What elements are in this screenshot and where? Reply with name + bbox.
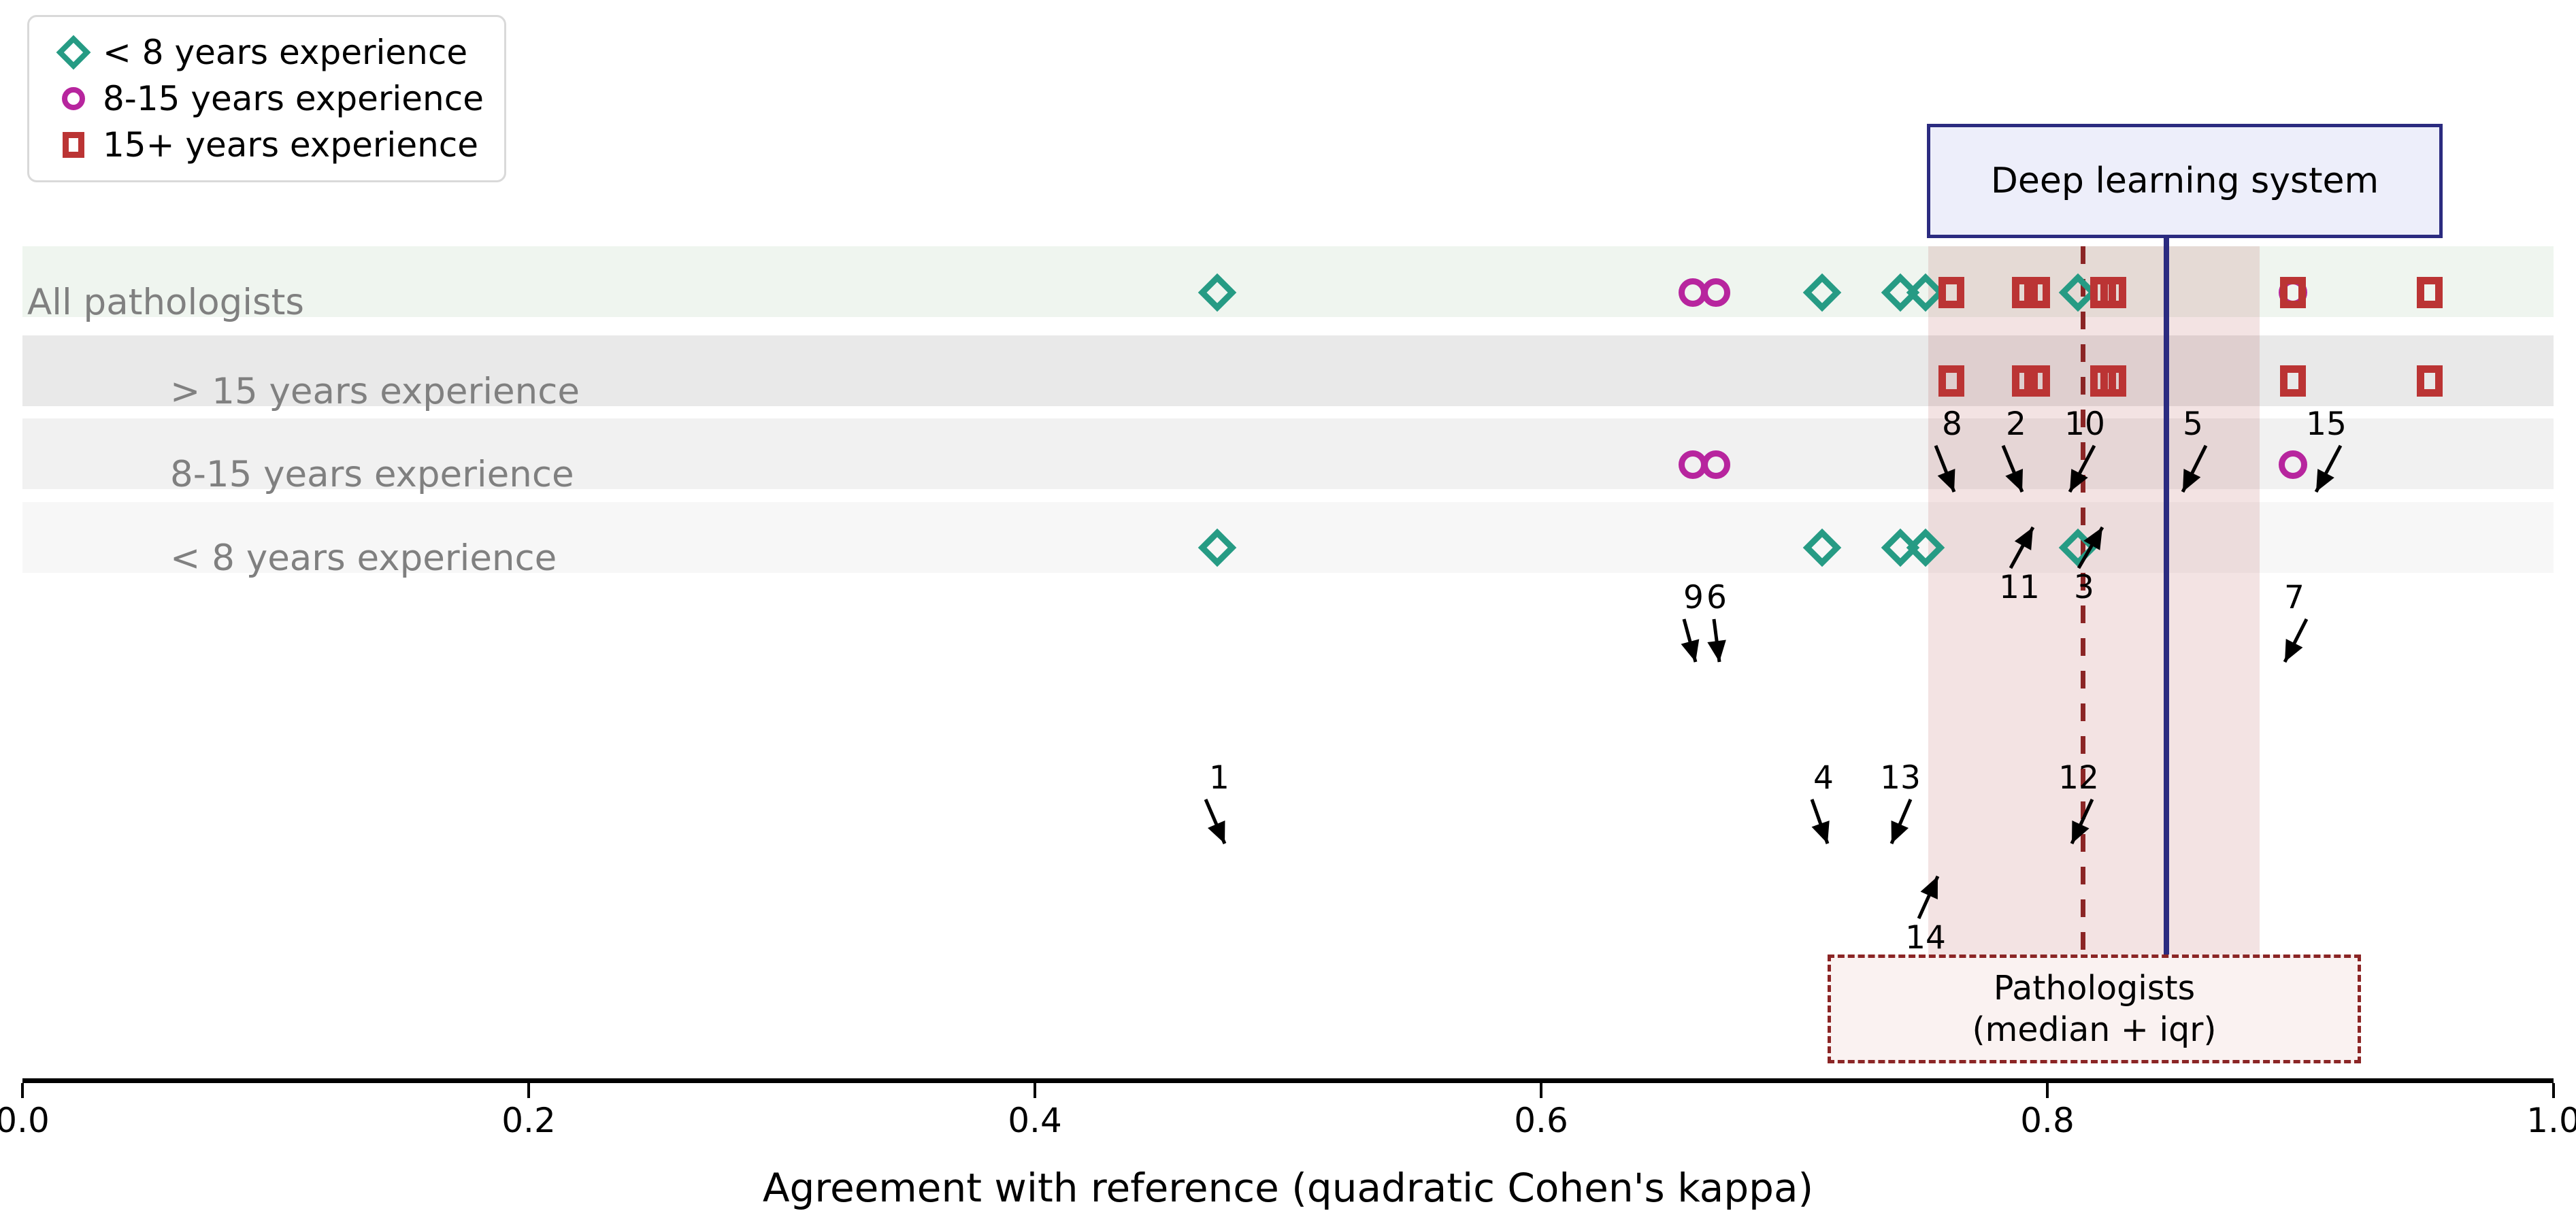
legend-label: 8-15 years experience (103, 79, 484, 118)
pathologists-label-line2: (median + iqr) (1972, 1010, 2217, 1049)
marker-square (2100, 365, 2126, 397)
row-label-lt8: < 8 years experience (170, 537, 557, 579)
marker-square (2100, 277, 2126, 308)
deep-learning-label: Deep learning system (1990, 161, 2379, 201)
annotation-arrow-1 (1204, 799, 1227, 844)
marker-circle (1701, 278, 1730, 307)
x-tick-label: 0.8 (2020, 1101, 2075, 1140)
row-label-all: All pathologists (27, 282, 304, 323)
annotation-arrow-14 (1917, 875, 1940, 920)
legend-label: < 8 years experience (103, 33, 468, 72)
annotation-arrow-12 (2070, 798, 2094, 845)
x-axis-label: Agreement with reference (quadratic Cohe… (762, 1165, 1814, 1211)
row-label-gt15: > 15 years experience (170, 371, 580, 412)
annotation-arrow-5 (2181, 444, 2208, 493)
annotation-arrow-4 (1810, 799, 1830, 844)
x-tick (2552, 1083, 2555, 1098)
legend-item-15plus: 15+ years experience (44, 122, 484, 168)
x-tick-label: 0.4 (1008, 1101, 1062, 1140)
diamond-icon (44, 35, 103, 70)
deep-learning-callout: Deep learning system (1927, 124, 2443, 238)
annotation-arrow-7 (2283, 618, 2309, 663)
legend-label: 15+ years experience (103, 125, 479, 165)
legend-item-under8: < 8 years experience (44, 29, 484, 76)
marker-square (1938, 365, 1964, 397)
row-label-m8to15: 8-15 years experience (170, 454, 574, 495)
marker-square (1938, 277, 1964, 308)
x-tick-label: 0.0 (0, 1101, 50, 1140)
legend: < 8 years experience 8-15 years experien… (27, 15, 506, 182)
x-tick-label: 0.2 (501, 1101, 556, 1140)
chart-root: All pathologists > 15 years experience 8-1… (0, 0, 2576, 1228)
x-tick-label: 1.0 (2526, 1101, 2576, 1140)
x-tick (2046, 1083, 2049, 1098)
x-tick (527, 1083, 530, 1098)
x-tick-label: 0.6 (1514, 1101, 1568, 1140)
annotation-arrow-3 (2077, 526, 2104, 569)
x-tick (1034, 1083, 1036, 1098)
deep-learning-line (2163, 238, 2169, 955)
annotation-arrow-6 (1707, 618, 1726, 663)
circle-icon (44, 87, 103, 110)
pathologists-callout: Pathologists (median + iqr) (1828, 955, 2361, 1063)
marker-square (2416, 277, 2443, 308)
marker-square (2279, 365, 2306, 397)
pathologists-label: Pathologists (median + iqr) (1972, 967, 2217, 1051)
marker-square (2279, 277, 2306, 308)
marker-square (2024, 277, 2051, 308)
annotation-arrow-8 (1934, 445, 1956, 493)
legend-item-8to15: 8-15 years experience (44, 76, 484, 122)
annotation-arrow-13 (1889, 799, 1913, 844)
marker-circle (1701, 450, 1730, 479)
x-tick (1540, 1083, 1542, 1098)
marker-square (2416, 365, 2443, 397)
x-tick (21, 1083, 24, 1098)
pathologists-label-line1: Pathologists (1993, 968, 2196, 1008)
annotation-arrow-11 (2009, 526, 2035, 569)
annotation-arrow-15 (2314, 444, 2343, 493)
square-icon (44, 132, 103, 158)
annotation-arrow-2 (2001, 445, 2024, 493)
marker-square (2024, 365, 2051, 397)
annotation-arrow-10 (2068, 444, 2096, 493)
x-axis (22, 1078, 2554, 1083)
